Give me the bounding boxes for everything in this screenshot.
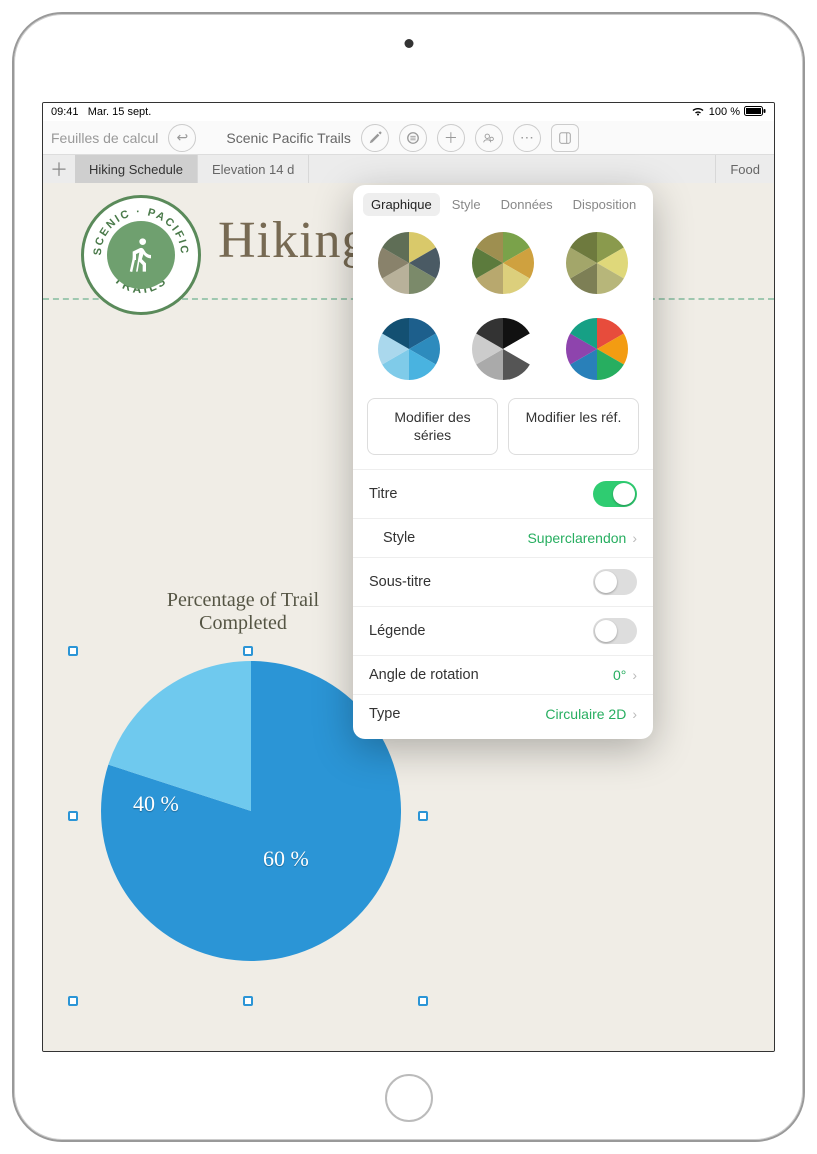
logo-badge: SCENIC · PACIFIC TRAILS bbox=[81, 195, 201, 315]
popover-tab-disposition[interactable]: Disposition bbox=[565, 193, 645, 216]
add-sheet-button[interactable]: ＋ bbox=[43, 155, 75, 183]
selection-handle[interactable] bbox=[68, 996, 78, 1006]
screen: 09:41 Mar. 15 sept. 100 % Feuilles de ca… bbox=[42, 102, 775, 1052]
selection-handle[interactable] bbox=[243, 646, 253, 656]
pie-label-40: 40 % bbox=[133, 791, 179, 817]
popover-tab-donnees[interactable]: Données bbox=[493, 193, 561, 216]
chart-style-swatch[interactable] bbox=[472, 318, 534, 380]
row-subtitle-label: Sous-titre bbox=[369, 574, 431, 590]
chart-style-swatch[interactable] bbox=[566, 232, 628, 294]
toolbar: Feuilles de calcul ↩ Scenic Pacific Trai… bbox=[43, 121, 774, 155]
row-type[interactable]: Type Circulaire 2D › bbox=[353, 694, 653, 733]
row-type-value: Circulaire 2D bbox=[545, 706, 626, 722]
chevron-right-icon: › bbox=[632, 530, 637, 546]
row-legend-label: Légende bbox=[369, 623, 425, 639]
row-type-label: Type bbox=[369, 706, 400, 722]
selection-handle[interactable] bbox=[68, 646, 78, 656]
back-button[interactable]: Feuilles de calcul bbox=[51, 130, 158, 146]
row-style-value: Superclarendon bbox=[527, 530, 626, 546]
status-battery: 100 % bbox=[709, 106, 740, 118]
popover-tab-graphique[interactable]: Graphique bbox=[363, 193, 440, 216]
more-icon[interactable]: ⋯ bbox=[513, 124, 541, 152]
sidebar-icon[interactable] bbox=[551, 124, 579, 152]
row-rotation-value: 0° bbox=[613, 667, 626, 683]
tab-hiking-schedule[interactable]: Hiking Schedule bbox=[75, 155, 198, 183]
sheet-tabs: ＋ Hiking Schedule Elevation 14 d Food bbox=[43, 155, 774, 183]
collab-icon[interactable] bbox=[475, 124, 503, 152]
legend-switch[interactable] bbox=[593, 618, 637, 644]
row-subtitle: Sous-titre bbox=[353, 557, 653, 606]
chart-title[interactable]: Percentage of Trail Completed bbox=[128, 589, 358, 635]
edit-refs-button[interactable]: Modifier les réf. bbox=[508, 398, 639, 455]
tab-spacer bbox=[309, 155, 716, 183]
popover-tabs: Graphique Style Données Disposition bbox=[353, 185, 653, 222]
subtitle-switch[interactable] bbox=[593, 569, 637, 595]
chart-style-swatch[interactable] bbox=[378, 232, 440, 294]
home-button[interactable] bbox=[385, 1074, 433, 1122]
hiker-icon bbox=[107, 221, 175, 289]
popover-tab-style[interactable]: Style bbox=[444, 193, 489, 216]
battery-icon bbox=[744, 106, 766, 119]
chevron-right-icon: › bbox=[632, 667, 637, 683]
status-date: Mar. 15 sept. bbox=[88, 106, 152, 118]
format-popover: Graphique Style Données Disposition Modi… bbox=[353, 185, 653, 739]
doc-title[interactable]: Scenic Pacific Trails bbox=[226, 130, 350, 146]
tab-elevation[interactable]: Elevation 14 d bbox=[198, 155, 309, 183]
chart-style-swatch[interactable] bbox=[378, 318, 440, 380]
tab-food[interactable]: Food bbox=[716, 155, 774, 183]
row-style-label: Style bbox=[369, 530, 415, 546]
selection-handle[interactable] bbox=[243, 996, 253, 1006]
row-title: Titre bbox=[353, 469, 653, 518]
pie-label-60: 60 % bbox=[263, 846, 309, 872]
wifi-icon bbox=[691, 106, 705, 119]
selection-handle[interactable] bbox=[68, 811, 78, 821]
row-rotation-label: Angle de rotation bbox=[369, 667, 479, 683]
camera-dot bbox=[404, 39, 413, 48]
selection-handle[interactable] bbox=[418, 996, 428, 1006]
chevron-right-icon: › bbox=[632, 706, 637, 722]
title-switch[interactable] bbox=[593, 481, 637, 507]
status-time: 09:41 bbox=[51, 106, 79, 118]
undo-button[interactable]: ↩ bbox=[168, 124, 196, 152]
format-icon[interactable] bbox=[399, 124, 427, 152]
row-title-label: Titre bbox=[369, 486, 397, 502]
chart-style-swatch[interactable] bbox=[472, 232, 534, 294]
chart-style-swatch[interactable] bbox=[566, 318, 628, 380]
row-style[interactable]: Style Superclarendon › bbox=[353, 518, 653, 557]
ipad-frame: 09:41 Mar. 15 sept. 100 % Feuilles de ca… bbox=[12, 12, 805, 1142]
selection-handle[interactable] bbox=[418, 811, 428, 821]
add-button[interactable]: ＋ bbox=[437, 124, 465, 152]
row-legend: Légende bbox=[353, 606, 653, 655]
edit-series-button[interactable]: Modifier des séries bbox=[367, 398, 498, 455]
paintbrush-icon[interactable] bbox=[361, 124, 389, 152]
style-swatches bbox=[353, 222, 653, 398]
row-rotation[interactable]: Angle de rotation 0° › bbox=[353, 655, 653, 694]
status-bar: 09:41 Mar. 15 sept. 100 % bbox=[43, 103, 774, 121]
